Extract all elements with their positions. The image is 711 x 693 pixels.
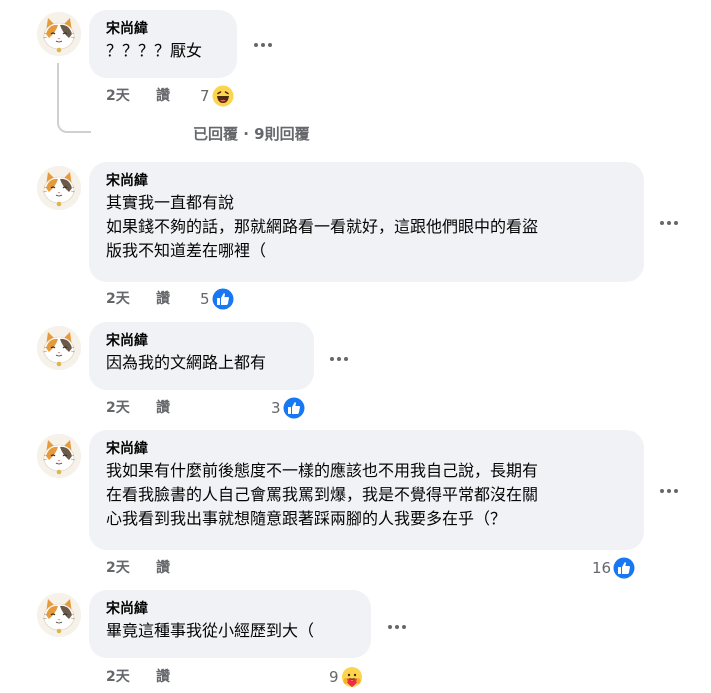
avatar[interactable]	[37, 593, 81, 637]
comment-text: 其實我一直都有說 如果錢不夠的話，那就網路看一看就好，這跟他們眼中的看盜 版我不…	[106, 193, 539, 260]
comment-author[interactable]: 宋尚緯	[106, 171, 630, 191]
like-icon	[283, 397, 305, 419]
cat-avatar-icon	[37, 434, 81, 478]
comment-time[interactable]: 2天	[106, 398, 130, 418]
care-icon	[341, 667, 362, 687]
comment-author[interactable]: 宋尚緯	[106, 19, 223, 39]
more-options-button[interactable]	[326, 348, 352, 370]
cat-avatar-icon	[37, 166, 81, 210]
reaction-count: 3	[271, 399, 281, 417]
reaction-count: 16	[592, 559, 612, 577]
haha-icon	[212, 85, 234, 107]
like-icon	[613, 557, 635, 579]
like-button[interactable]: 讚	[156, 667, 170, 687]
comment-text: 因為我的文網路上都有	[106, 353, 267, 372]
cat-avatar-icon	[37, 326, 81, 370]
reaction-count: 5	[200, 290, 210, 308]
reaction-summary[interactable]: 7	[200, 84, 234, 108]
comment-bubble: 宋尚緯 因為我的文網路上都有	[89, 322, 314, 390]
reaction-summary[interactable]: 3	[271, 396, 305, 420]
more-options-button[interactable]	[656, 480, 682, 502]
avatar[interactable]	[37, 326, 81, 370]
like-button[interactable]: 讚	[156, 86, 170, 106]
avatar[interactable]	[37, 12, 81, 56]
comment-author[interactable]: 宋尚緯	[106, 599, 357, 619]
more-options-button[interactable]	[656, 212, 682, 234]
reaction-summary[interactable]: 9	[329, 665, 363, 689]
comment-time[interactable]: 2天	[106, 558, 130, 578]
comment-bubble: 宋尚緯 其實我一直都有說 如果錢不夠的話，那就網路看一看就好，這跟他們眼中的看盜…	[89, 162, 644, 282]
reaction-summary[interactable]: 16	[592, 556, 635, 580]
comment-time[interactable]: 2天	[106, 667, 130, 687]
view-replies-link[interactable]: 已回覆 · 9則回覆	[193, 123, 310, 145]
more-options-button[interactable]	[384, 616, 410, 638]
cat-avatar-icon	[37, 593, 81, 637]
more-options-button[interactable]	[250, 34, 276, 56]
comment-author[interactable]: 宋尚緯	[106, 439, 630, 459]
like-button[interactable]: 讚	[156, 398, 170, 418]
comment-bubble: 宋尚緯 ？？？？厭女	[89, 10, 237, 78]
comment-time[interactable]: 2天	[106, 289, 130, 309]
like-button[interactable]: 讚	[156, 558, 170, 578]
reaction-summary[interactable]: 5	[200, 287, 234, 311]
comment-time[interactable]: 2天	[106, 86, 130, 106]
like-button[interactable]: 讚	[156, 289, 170, 309]
comment-text: ？？？？厭女	[106, 41, 203, 60]
reaction-count: 9	[329, 668, 339, 686]
reaction-count: 7	[200, 87, 210, 105]
comment-text: 畢竟這種事我從小經歷到大（	[106, 621, 315, 640]
avatar[interactable]	[37, 434, 81, 478]
cat-avatar-icon	[37, 12, 81, 56]
comment-bubble: 宋尚緯 畢竟這種事我從小經歷到大（	[89, 590, 371, 658]
comment-bubble: 宋尚緯 我如果有什麼前後態度不一樣的應該也不用我自己說，長期有 在看我臉書的人自…	[89, 430, 644, 550]
comment-text: 我如果有什麼前後態度不一樣的應該也不用我自己說，長期有 在看我臉書的人自己會罵我…	[106, 461, 539, 528]
like-icon	[212, 288, 234, 310]
comment-author[interactable]: 宋尚緯	[106, 331, 300, 351]
thread-connector	[57, 63, 91, 133]
avatar[interactable]	[37, 166, 81, 210]
